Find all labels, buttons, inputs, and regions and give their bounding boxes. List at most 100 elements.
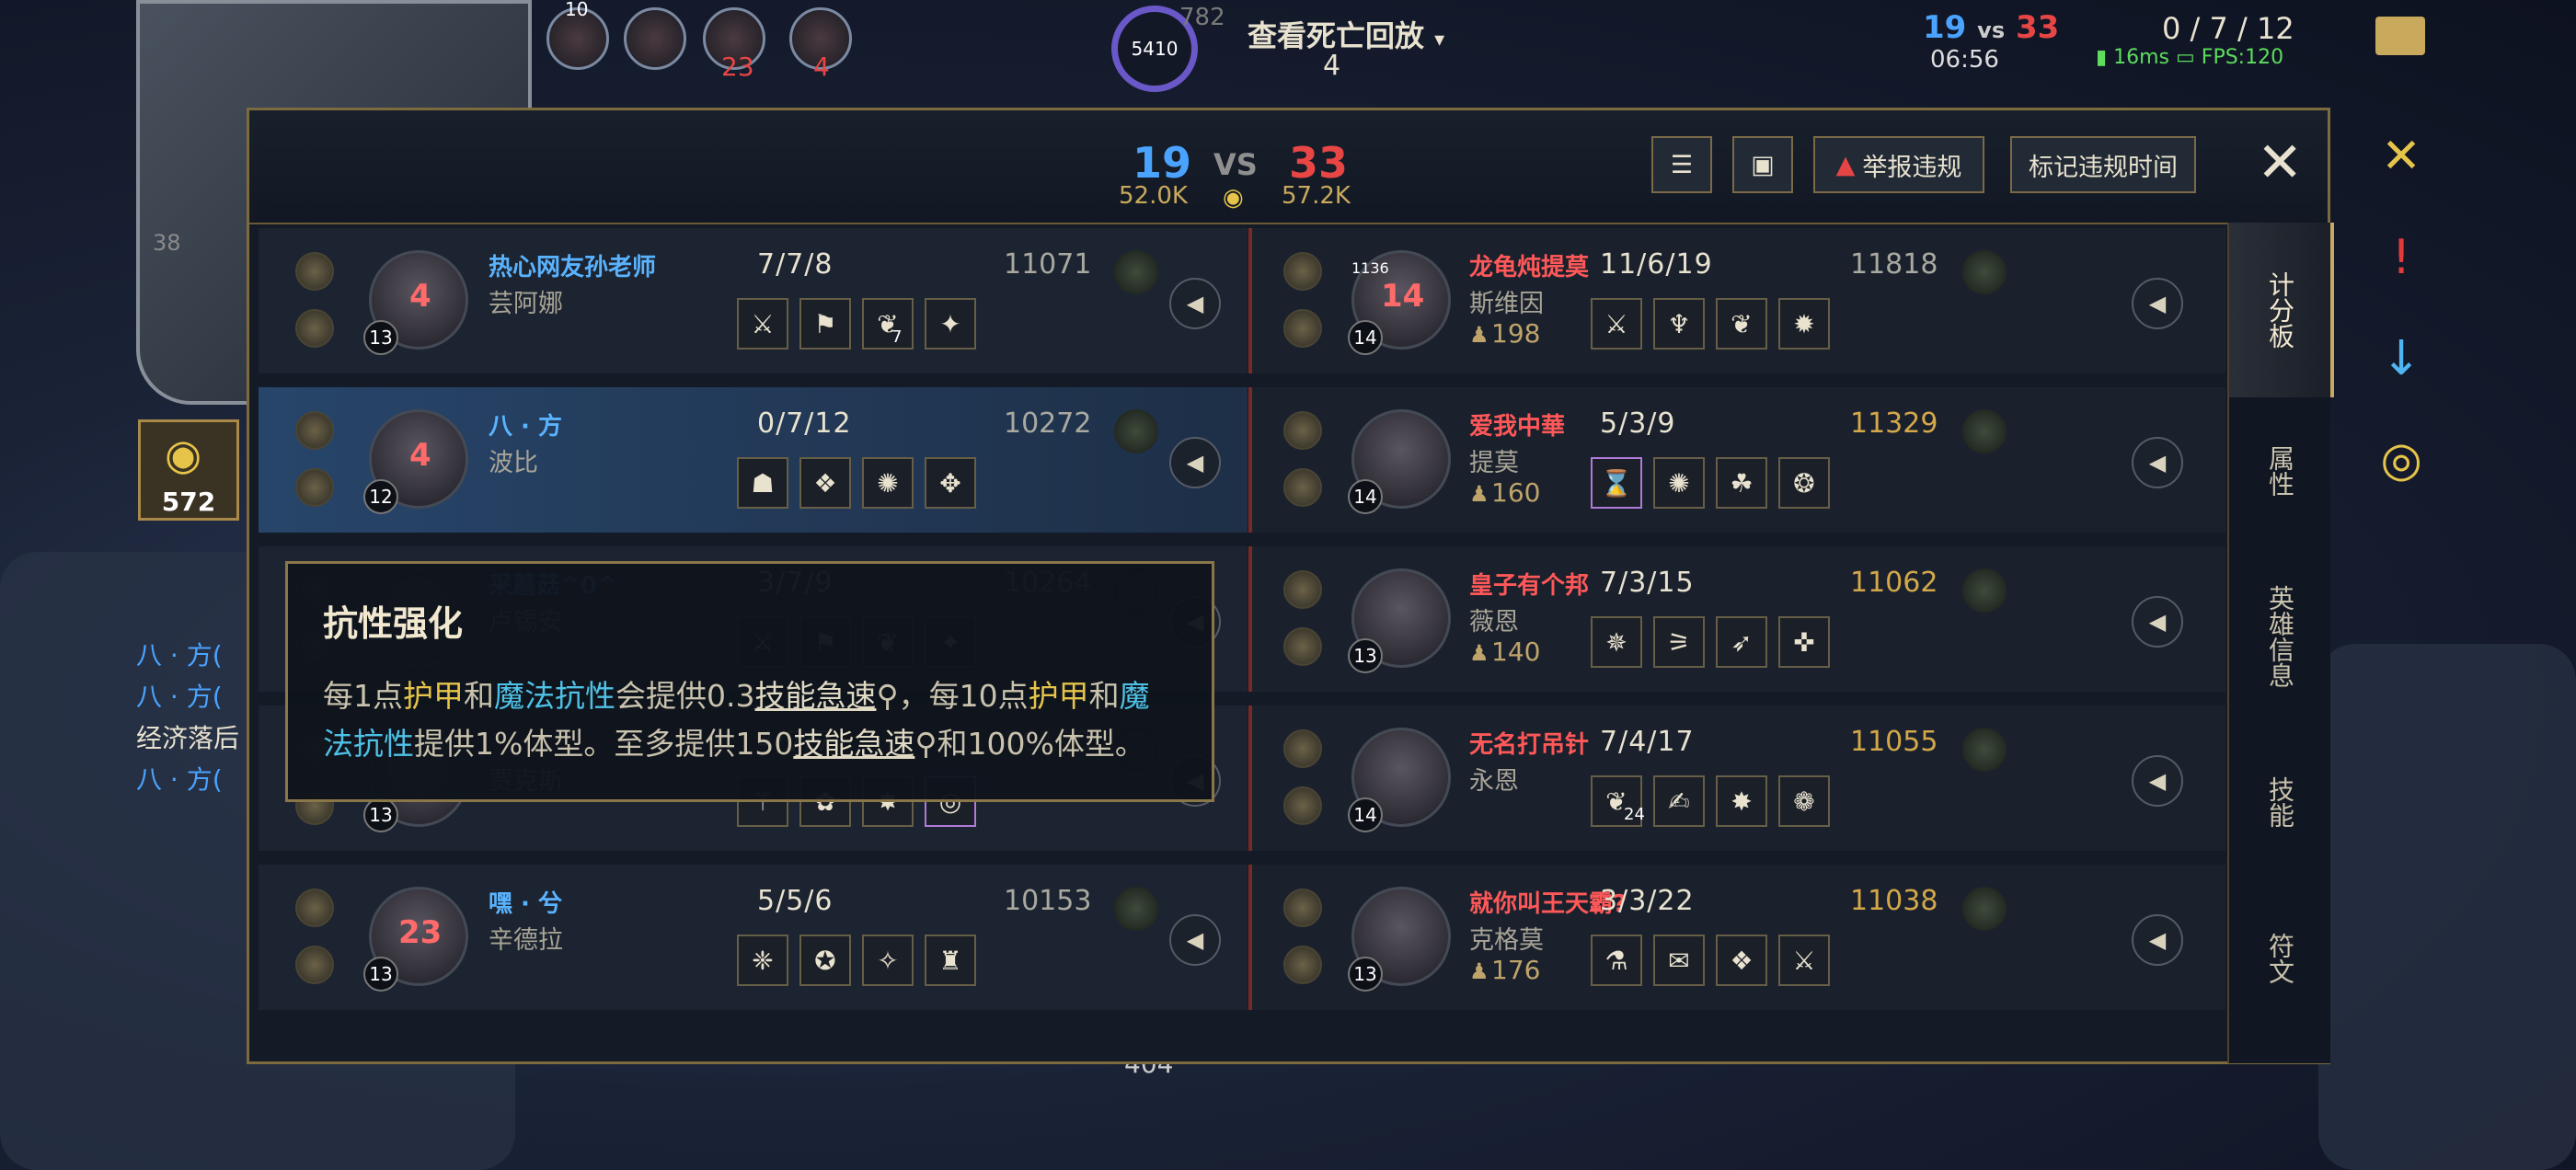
- crossed-swords-icon[interactable]: ✕: [2374, 129, 2429, 184]
- item-slot-icon[interactable]: ✦: [925, 298, 976, 350]
- item-slot-icon[interactable]: ✉: [1653, 935, 1705, 986]
- scoreboard-row-enemy[interactable]: 13 皇子有个邦 薇恩 ♟ 140 7/3/15 11062 ✵ ⚞ ➶ ✜ ◀: [1248, 546, 2225, 692]
- assist-ping-icon[interactable]: ◎: [2374, 432, 2429, 488]
- item-slot-icon[interactable]: ✧: [862, 935, 914, 986]
- report-button[interactable]: ▲ 举报违规: [1813, 136, 1984, 193]
- summoner-spell-icon: [295, 889, 334, 927]
- enemy-coins: 160: [1491, 477, 1541, 508]
- item-slot-icon[interactable]: ✪: [799, 935, 851, 986]
- coin-bag-icon: ♟: [1469, 481, 1489, 507]
- red-team-kills: 33: [1289, 138, 1349, 188]
- champion-name: 克格莫: [1469, 926, 1544, 955]
- summoner-spell-icon: [1283, 468, 1322, 507]
- item-slot-icon[interactable]: ❦: [862, 298, 914, 350]
- champion-level: 13: [363, 320, 398, 355]
- score-vs: VS: [1213, 147, 1258, 182]
- summoner-spell-icon: [295, 252, 334, 291]
- chat-icon[interactable]: [2375, 17, 2425, 55]
- item-slot-icon[interactable]: ➶: [1716, 616, 1767, 668]
- report-label: 举报违规: [1862, 153, 1962, 182]
- close-icon[interactable]: ✕: [2257, 131, 2303, 195]
- item-slot-icon[interactable]: ❁: [1778, 775, 1830, 827]
- item-slot-icon[interactable]: ✺: [1653, 457, 1705, 509]
- ally-portrait-2[interactable]: [624, 7, 686, 70]
- player-name: 皇子有个邦: [1469, 572, 1590, 600]
- tab-attributes[interactable]: 属性: [2229, 397, 2330, 545]
- scoreboard-row-enemy[interactable]: 14 爱我中華 提莫 ♟ 160 5/3/9 11329 ⌛ ✺ ☘ ❂ ◀: [1248, 387, 2225, 533]
- tt-mr: 魔法抗性: [494, 678, 615, 714]
- speaker-icon[interactable]: ◀: [2132, 755, 2183, 807]
- team-view-button[interactable]: ▣: [1732, 136, 1793, 193]
- item-slot-icon[interactable]: ✵: [1591, 616, 1642, 668]
- item-slot-icon[interactable]: ⚔: [1591, 298, 1642, 350]
- scoreboard-header: 19 VS 33 52.0K ◉ 57.2K ☰ ▣ ▲ 举报违规 标记违规时间…: [249, 110, 2328, 224]
- player-kda: 7/3/15: [1600, 567, 1695, 599]
- item-slot-icon[interactable]: ✸: [1716, 775, 1767, 827]
- champion-name: 斯维因: [1469, 290, 1544, 318]
- mark-violation-time-button[interactable]: 标记违规时间: [2010, 136, 2196, 193]
- player-kda: 0/7/12: [757, 407, 852, 440]
- scoreboard-row-ally[interactable]: 4 12 八 · 方波比 0/7/12 10272 ☗ ❖ ✺ ✥ ◀: [259, 387, 1248, 533]
- top-score-blue: 19: [1923, 9, 1967, 46]
- champion-status-number: 4: [409, 278, 431, 315]
- speaker-icon[interactable]: ◀: [2132, 914, 2183, 966]
- item-slot-icon[interactable]: ⚔: [1778, 935, 1830, 986]
- item-slot-icon[interactable]: ❖: [1716, 935, 1767, 986]
- retreat-ping-icon[interactable]: ↓: [2374, 331, 2429, 386]
- speaker-icon[interactable]: ◀: [1169, 914, 1221, 966]
- speaker-icon[interactable]: ◀: [2132, 437, 2183, 488]
- item-slot-icon[interactable]: ⚔: [737, 298, 788, 350]
- speaker-icon[interactable]: ◀: [2132, 596, 2183, 648]
- item-slot-icon[interactable]: ⚗: [1591, 935, 1642, 986]
- red-team-gold: 57.2K: [1282, 182, 1351, 210]
- item-slot-icon[interactable]: ✹: [1778, 298, 1830, 350]
- item-slot-icon[interactable]: ✥: [925, 457, 976, 509]
- item-slot-icon[interactable]: ✜: [1778, 616, 1830, 668]
- gold-compare-button[interactable]: ☰: [1651, 136, 1712, 193]
- tt-haste-link[interactable]: 技能急速: [793, 726, 914, 762]
- scoreboard-row-ally[interactable]: 4 13 热心网友孙老师 芸阿娜 7/7/8 11071 ⚔ ⚑ ❦ ✦ 7 ◀: [259, 228, 1248, 373]
- item-slot-icon[interactable]: ❦: [1716, 298, 1767, 350]
- enemy-coins: 176: [1491, 955, 1541, 985]
- player-score: 11071: [1004, 248, 1092, 281]
- item-slot-icon[interactable]: ⚞: [1653, 616, 1705, 668]
- tt-haste-link[interactable]: 技能急速: [754, 678, 876, 714]
- scoreboard-row-enemy[interactable]: 1136 14 14 龙龟炖提莫 斯维因 ♟ 198 11/6/19 11818 ⚔ ♆ ❦ ✹ ◀: [1248, 228, 2225, 373]
- scoreboard-row-ally[interactable]: 23 13 嘿 · 兮辛德拉 5/5/6 10153 ❈ ✪ ✧ ♜ ◀: [259, 865, 1248, 1010]
- gold-coins-icon: ◉: [1223, 184, 1244, 212]
- tab-champion-info[interactable]: 英雄信息: [2229, 545, 2330, 728]
- scoreboard-row-enemy[interactable]: 13 就你叫王天霸? 克格莫 ♟ 176 3/3/22 11038 ⚗ ✉ ❖ ⚔ ◀: [1248, 865, 2225, 1010]
- alert-ping-icon[interactable]: !: [2374, 230, 2429, 285]
- item-slot-icon[interactable]: ❂: [1778, 457, 1830, 509]
- player-kda: 0 / 7 / 12: [2162, 11, 2294, 46]
- gold-amount: 572: [161, 487, 216, 517]
- summoner-spell-icon: [1283, 411, 1322, 450]
- item-slot-icon[interactable]: ♜: [925, 935, 976, 986]
- speaker-icon[interactable]: ◀: [1169, 437, 1221, 488]
- item-slot-icon[interactable]: ❖: [799, 457, 851, 509]
- battery-icon: ▭: [2176, 46, 2195, 69]
- item-slot-icon[interactable]: ☘: [1716, 457, 1767, 509]
- tab-skills[interactable]: 技能: [2229, 728, 2330, 876]
- item-slot-icon[interactable]: ☗: [737, 457, 788, 509]
- scoreboard-row-enemy[interactable]: 14 无名打吊针 永恩 7/4/17 11055 ❦ ✍ ✸ ❁ 24 ◀: [1248, 705, 2225, 851]
- speaker-icon[interactable]: ◀: [2132, 278, 2183, 329]
- item-slot-icon[interactable]: ✍: [1653, 775, 1705, 827]
- tab-runes[interactable]: 符文: [2229, 876, 2330, 1041]
- summoner-spell-icon: [295, 309, 334, 348]
- item-slot-icon[interactable]: ⚑: [799, 298, 851, 350]
- item-slot-icon[interactable]: ✺: [862, 457, 914, 509]
- coin-stack-icon: ☰: [1670, 150, 1694, 179]
- gold-shop-button[interactable]: ◉ 572: [138, 419, 239, 521]
- item-slot-icon[interactable]: ♆: [1653, 298, 1705, 350]
- rank-emblem-icon: [1962, 728, 2007, 772]
- tab-scoreboard[interactable]: 计分板: [2229, 223, 2334, 397]
- speaker-icon[interactable]: ◀: [1169, 278, 1221, 329]
- enemy-coins: 140: [1491, 637, 1541, 667]
- tooltip-body: 每1点护甲和魔法抗性会提供0.3技能急速⚲，每10点护甲和魔 法抗性提供1%体型。…: [323, 672, 1188, 768]
- item-slot-icon[interactable]: ❈: [737, 935, 788, 986]
- tt-armor: 护甲: [1028, 678, 1089, 714]
- death-replay-button[interactable]: 查看死亡回放 ▾: [1248, 13, 1444, 55]
- map-terrain-right: [2318, 644, 2576, 1170]
- item-slot-icon[interactable]: ⌛: [1591, 457, 1642, 509]
